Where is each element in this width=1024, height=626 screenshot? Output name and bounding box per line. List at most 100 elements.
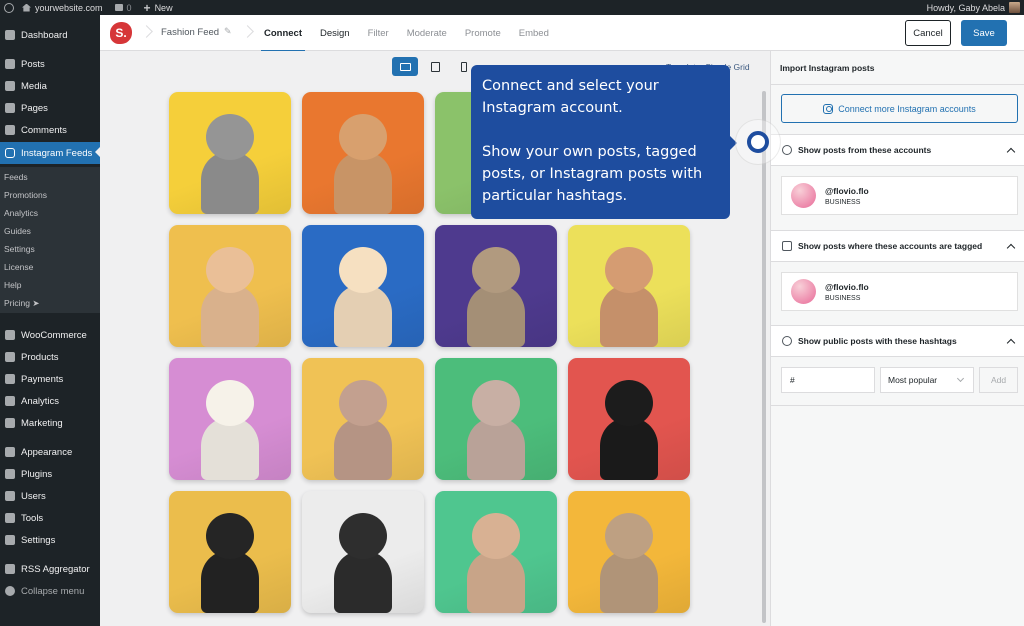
my-account[interactable]: Howdy, Gaby Abela <box>927 2 1020 13</box>
submenu-help[interactable]: Help <box>4 280 21 290</box>
dog-photo <box>467 285 525 347</box>
account-avatar <box>791 279 816 304</box>
onboarding-beacon[interactable] <box>747 131 769 153</box>
submenu-guides[interactable]: Guides <box>4 226 31 236</box>
feed-post-tile[interactable] <box>435 225 557 347</box>
user-icon <box>5 491 15 501</box>
menu-tools[interactable]: Tools <box>0 508 100 528</box>
feed-post-tile[interactable] <box>568 358 690 480</box>
menu-analytics[interactable]: Analytics <box>0 391 100 411</box>
dog-head <box>605 513 653 559</box>
dog-head <box>472 380 520 426</box>
wordpress-logo-icon[interactable] <box>4 2 14 13</box>
menu-comments[interactable]: Comments <box>0 120 100 140</box>
menu-label: Tools <box>21 512 44 524</box>
instagram-icon <box>5 148 15 158</box>
menu-instagram-feeds[interactable]: Instagram Feeds <box>0 142 100 164</box>
feed-post-tile[interactable] <box>568 491 690 613</box>
menu-products[interactable]: Products <box>0 347 100 367</box>
menu-settings[interactable]: Settings <box>0 530 100 550</box>
feed-post-tile[interactable] <box>435 491 557 613</box>
chevron-up-icon[interactable] <box>1006 338 1016 347</box>
tab-filter[interactable]: Filter <box>368 15 389 51</box>
submenu-settings[interactable]: Settings <box>4 244 35 254</box>
account-type: BUSINESS <box>825 198 861 206</box>
sort-value: Most popular <box>888 375 938 385</box>
chevron-up-icon[interactable] <box>1006 147 1016 156</box>
feed-post-tile[interactable] <box>568 225 690 347</box>
connect-more-accounts-button[interactable]: Connect more Instagram accounts <box>781 94 1018 123</box>
menu-marketing[interactable]: Marketing <box>0 413 100 433</box>
hashtag-input[interactable] <box>781 367 875 393</box>
section-own-accounts[interactable]: Show posts from these accounts <box>771 134 1024 166</box>
greeting: Howdy, Gaby Abela <box>926 2 1005 13</box>
section-hashtags[interactable]: Show public posts with these hashtags <box>771 325 1024 357</box>
submenu-license[interactable]: License <box>4 262 33 272</box>
woocommerce-icon <box>5 330 15 340</box>
feed-post-tile[interactable] <box>302 92 424 214</box>
submenu-promotions[interactable]: Promotions <box>4 190 47 200</box>
menu-plugins[interactable]: Plugins <box>0 464 100 484</box>
menu-appearance[interactable]: Appearance <box>0 442 100 462</box>
site-name: yourwebsite.com <box>35 2 103 13</box>
dog-photo <box>467 418 525 480</box>
submenu-analytics[interactable]: Analytics <box>4 208 38 218</box>
menu-woocommerce[interactable]: WooCommerce <box>0 325 100 345</box>
menu-rss-aggregator[interactable]: RSS Aggregator <box>0 559 100 579</box>
section-tagged-accounts[interactable]: Show posts where these accounts are tagg… <box>771 230 1024 262</box>
comments-link[interactable]: 0 <box>114 0 132 15</box>
editor-tabs: Connect Design Filter Moderate Promote E… <box>261 15 567 52</box>
dog-photo <box>334 152 392 214</box>
menu-pages[interactable]: Pages <box>0 98 100 118</box>
menu-users[interactable]: Users <box>0 486 100 506</box>
feed-post-tile[interactable] <box>169 225 291 347</box>
menu-payments[interactable]: Payments <box>0 369 100 389</box>
feed-post-tile[interactable] <box>435 358 557 480</box>
account-card[interactable]: @flovio.flo BUSINESS <box>781 272 1018 311</box>
pencil-icon[interactable]: ✎ <box>224 27 232 36</box>
pin-icon <box>5 59 15 69</box>
feed-name[interactable]: Fashion Feed <box>161 27 219 38</box>
hashtag-sort-select[interactable]: Most popular <box>880 367 974 393</box>
tab-connect[interactable]: Connect <box>261 15 305 52</box>
preview-scrollbar[interactable] <box>762 91 766 623</box>
menu-dashboard[interactable]: Dashboard <box>0 25 100 45</box>
tab-promote[interactable]: Promote <box>465 15 501 51</box>
settings-icon <box>5 535 15 545</box>
menu-media[interactable]: Media <box>0 76 100 96</box>
dog-photo <box>201 551 259 613</box>
submenu-feeds[interactable]: Feeds <box>4 172 28 182</box>
submenu-pricing[interactable]: Pricing ➤ <box>4 298 39 309</box>
chevron-up-icon[interactable] <box>1006 243 1016 252</box>
connect-panel: Import Instagram posts Connect more Inst… <box>770 51 1024 626</box>
feed-post-tile[interactable] <box>302 491 424 613</box>
menu-label: Products <box>21 351 59 363</box>
menu-posts[interactable]: Posts <box>0 54 100 74</box>
add-hashtag-button[interactable]: Add <box>979 367 1018 393</box>
feed-post-tile[interactable] <box>169 92 291 214</box>
tab-design[interactable]: Design <box>320 15 350 51</box>
save-button[interactable]: Save <box>961 20 1007 46</box>
feed-post-tile[interactable] <box>302 358 424 480</box>
menu-label: WooCommerce <box>21 329 87 341</box>
spotlight-logo[interactable]: S. <box>110 22 132 44</box>
tablet-view-button[interactable] <box>422 57 448 76</box>
site-name-link[interactable]: yourwebsite.com <box>22 0 103 15</box>
account-card[interactable]: @flovio.flo BUSINESS <box>781 176 1018 215</box>
feed-post-tile[interactable] <box>169 358 291 480</box>
new-content-link[interactable]: + New <box>144 0 173 15</box>
comments-count: 0 <box>126 2 132 13</box>
feed-post-tile[interactable] <box>169 491 291 613</box>
plus-icon: + <box>143 0 151 15</box>
menu-label: Collapse menu <box>21 585 85 597</box>
feed-post-tile[interactable] <box>302 225 424 347</box>
tab-embed[interactable]: Embed <box>519 15 549 51</box>
dog-head <box>472 513 520 559</box>
cancel-button[interactable]: Cancel <box>905 20 951 46</box>
section-label: Show public posts with these hashtags <box>798 336 957 346</box>
desktop-view-button[interactable] <box>392 57 418 76</box>
collapse-menu-button[interactable]: Collapse menu <box>0 581 100 601</box>
menu-label: RSS Aggregator <box>21 563 90 575</box>
tab-moderate[interactable]: Moderate <box>407 15 447 51</box>
dog-head <box>339 247 387 293</box>
